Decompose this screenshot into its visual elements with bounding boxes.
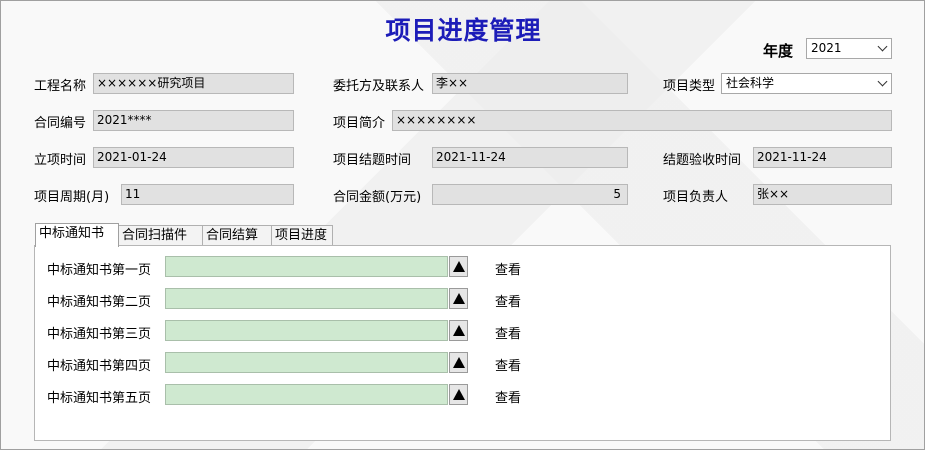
accept-date-label: 结题验收时间 [663,153,742,168]
start-date-field[interactable]: 2021-01-24 [93,147,294,168]
app-window: 项目进度管理 年度 2021 工程名称 ××××××研究项目 委托方及联系人 李… [0,0,925,450]
project-name-field[interactable]: ××××××研究项目 [93,73,294,94]
project-type-label: 项目类型 [663,79,716,94]
tab-contract-scan[interactable]: 合同扫描件 [118,225,203,246]
upload-button[interactable] [449,256,468,277]
upload-arrow-icon [452,357,465,368]
year-label: 年度 [763,42,794,60]
upload-button[interactable] [449,352,468,373]
chevron-down-icon [877,76,888,87]
upload-button[interactable] [449,320,468,341]
tab-panel-award-notice: 中标通知书第一页 查看 中标通知书第二页 查看 中标通知书第三页 查看 中标通知… [34,245,891,441]
upload-button[interactable] [449,384,468,405]
project-type-select[interactable]: 社会科学 [721,73,892,94]
view-link[interactable]: 查看 [495,291,521,310]
upload-row-label: 中标通知书第四页 [47,359,152,374]
view-link[interactable]: 查看 [495,323,521,342]
upload-button[interactable] [449,288,468,309]
summary-label: 项目简介 [333,116,386,131]
upload-row-label: 中标通知书第二页 [47,295,152,310]
view-link[interactable]: 查看 [495,355,521,374]
upload-field[interactable] [165,256,448,277]
upload-field[interactable] [165,288,448,309]
project-type-value: 社会科学 [726,76,775,90]
period-field[interactable]: 11 [121,184,294,205]
close-date-label: 项目结题时间 [333,153,412,168]
view-link[interactable]: 查看 [495,387,521,406]
upload-field[interactable] [165,320,448,341]
amount-label: 合同金额(万元) [333,190,422,205]
close-date-field[interactable]: 2021-11-24 [432,147,628,168]
view-link[interactable]: 查看 [495,259,521,278]
tab-contract-settlement[interactable]: 合同结算 [202,225,272,246]
client-field[interactable]: 李×× [432,73,628,94]
upload-field[interactable] [165,352,448,373]
owner-field[interactable]: 张×× [753,184,892,205]
amount-field[interactable]: 5 [432,184,628,205]
accept-date-field[interactable]: 2021-11-24 [753,147,892,168]
upload-arrow-icon [452,325,465,336]
project-name-label: 工程名称 [34,79,87,94]
upload-arrow-icon [452,261,465,272]
tab-project-progress[interactable]: 项目进度 [271,225,333,246]
upload-arrow-icon [452,389,465,400]
client-label: 委托方及联系人 [333,79,425,94]
upload-field[interactable] [165,384,448,405]
year-value: 2021 [811,41,842,55]
upload-row-label: 中标通知书第三页 [47,327,152,342]
upload-arrow-icon [452,293,465,304]
contract-no-field[interactable]: 2021**** [93,110,294,131]
upload-row-label: 中标通知书第一页 [47,263,152,278]
tab-award-notice[interactable]: 中标通知书 [35,223,119,247]
chevron-down-icon [877,41,888,52]
period-label: 项目周期(月) [34,190,110,205]
start-date-label: 立项时间 [34,153,87,168]
year-select[interactable]: 2021 [806,38,892,59]
upload-row-label: 中标通知书第五页 [47,391,152,406]
owner-label: 项目负责人 [663,190,729,205]
summary-field[interactable]: ×××××××× [392,110,892,131]
contract-no-label: 合同编号 [34,116,87,131]
